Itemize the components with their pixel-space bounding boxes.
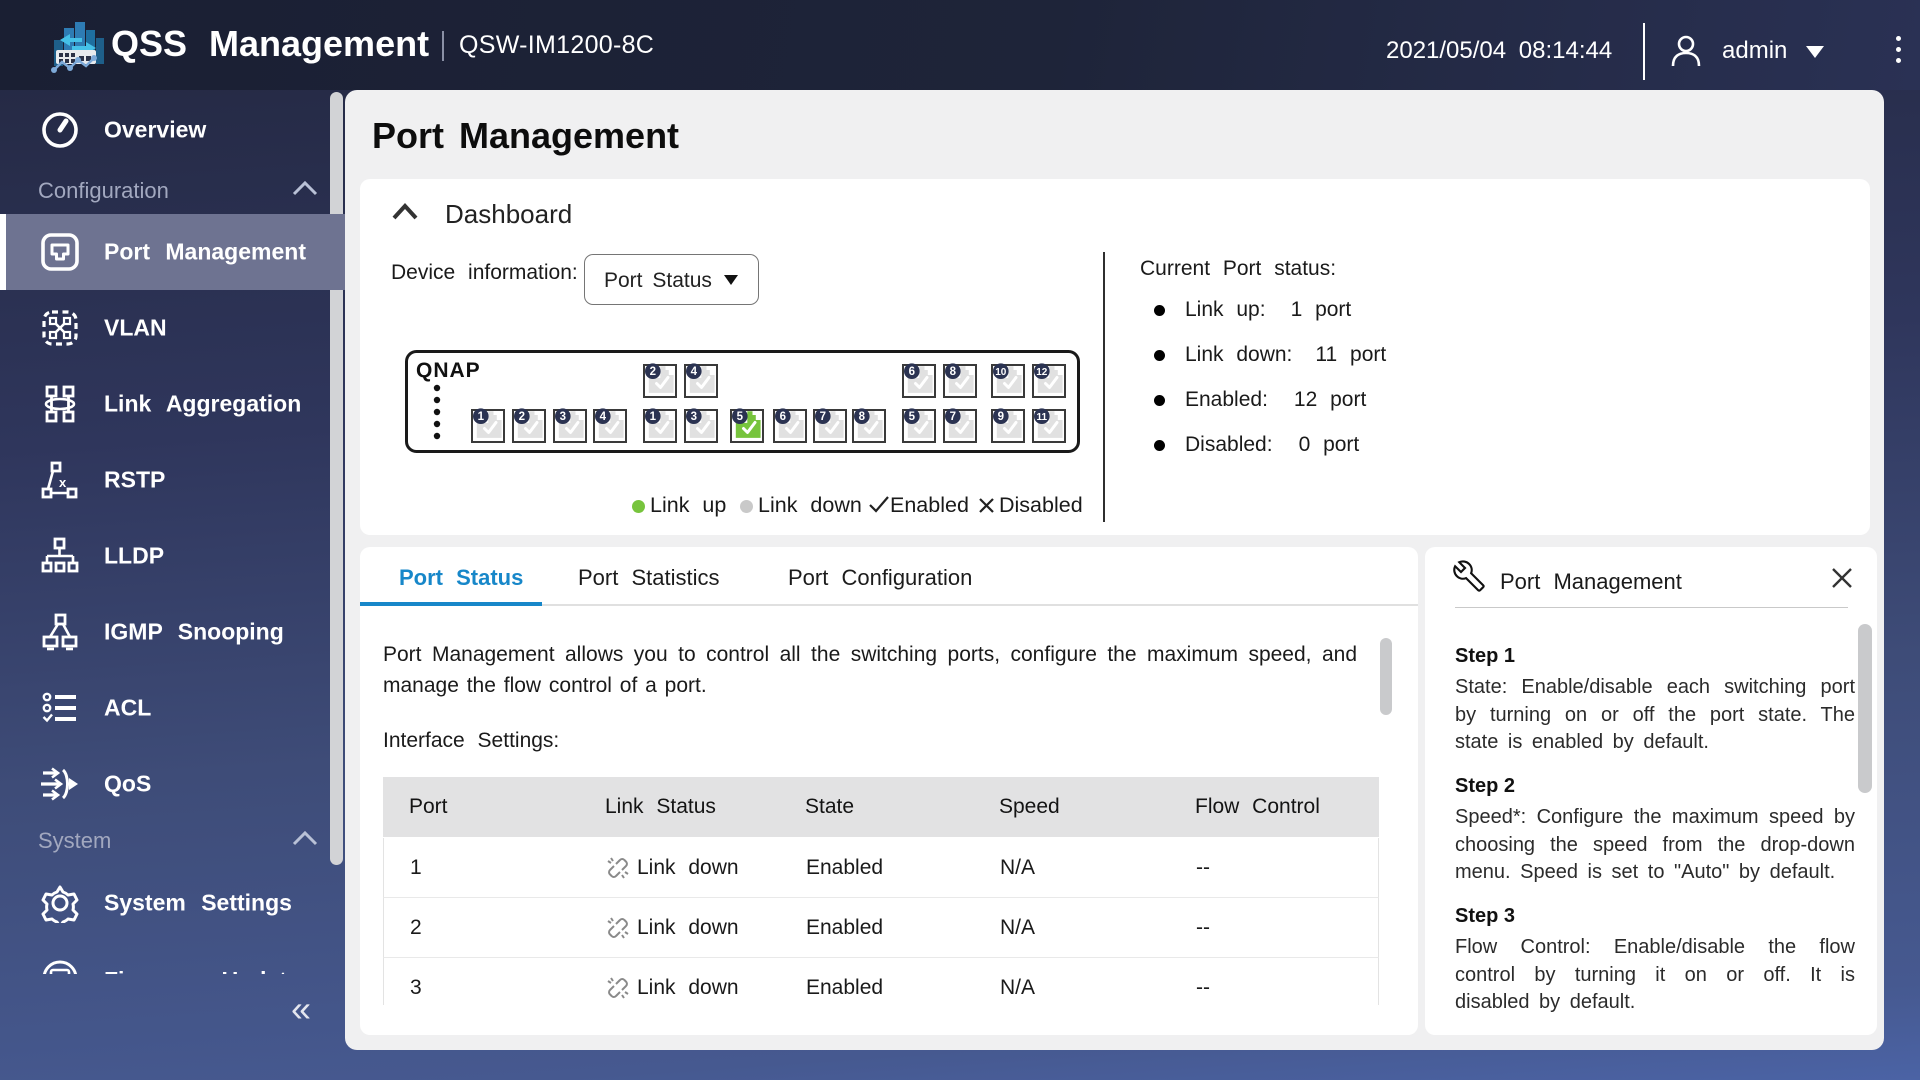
svg-text:9: 9 [998, 411, 1004, 423]
svg-text:6: 6 [909, 366, 915, 378]
svg-text:8: 8 [859, 411, 866, 423]
svg-text:4: 4 [600, 411, 607, 423]
svg-text:5: 5 [909, 411, 916, 423]
svg-text:QNAP: QNAP [416, 359, 481, 382]
svg-text:11: 11 [1037, 412, 1048, 423]
svg-text:1: 1 [478, 411, 485, 423]
svg-text:5: 5 [737, 411, 744, 423]
svg-text:7: 7 [950, 411, 956, 423]
svg-text:3: 3 [560, 411, 566, 423]
svg-text:8: 8 [950, 366, 957, 378]
svg-text:1: 1 [650, 411, 657, 423]
svg-text:4: 4 [691, 366, 698, 378]
svg-text:2: 2 [650, 366, 656, 378]
svg-text:3: 3 [691, 411, 697, 423]
svg-text:6: 6 [780, 411, 786, 423]
svg-text:10: 10 [995, 367, 1007, 378]
svg-text:12: 12 [1036, 367, 1048, 378]
svg-text:2: 2 [519, 411, 525, 423]
svg-text:7: 7 [820, 411, 826, 423]
svg-text:x: x [59, 475, 67, 490]
